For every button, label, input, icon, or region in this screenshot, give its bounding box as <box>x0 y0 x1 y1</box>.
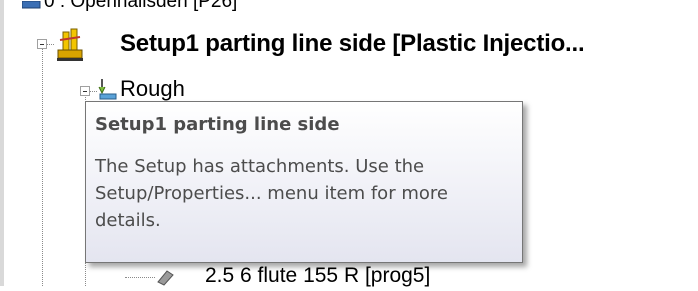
tooltip-body: The Setup has attachments. Use the Setup… <box>95 156 448 231</box>
setup-tooltip: Setup1 parting line side The Setup has a… <box>85 101 523 263</box>
tree-item-label[interactable]: Setup1 parting line side [Plastic Inject… <box>120 30 585 58</box>
tree-item-label[interactable]: 2.5 6 flute 155 R [prog5] <box>205 264 430 288</box>
folder-icon <box>21 0 42 14</box>
collapse-toggle[interactable] <box>37 39 47 49</box>
tooltip-title: Setup1 parting line side <box>95 114 340 135</box>
collapse-toggle[interactable] <box>80 86 90 96</box>
tree-item-label[interactable]: Rough <box>120 76 185 102</box>
setup-fixture-icon <box>55 28 85 67</box>
tree-line <box>125 277 155 278</box>
toolpath-icon <box>155 266 177 291</box>
tree-left-border <box>0 0 4 286</box>
tree-item-label: 0 : Openhallsden [P26] <box>44 0 238 12</box>
tree-line <box>42 40 43 286</box>
